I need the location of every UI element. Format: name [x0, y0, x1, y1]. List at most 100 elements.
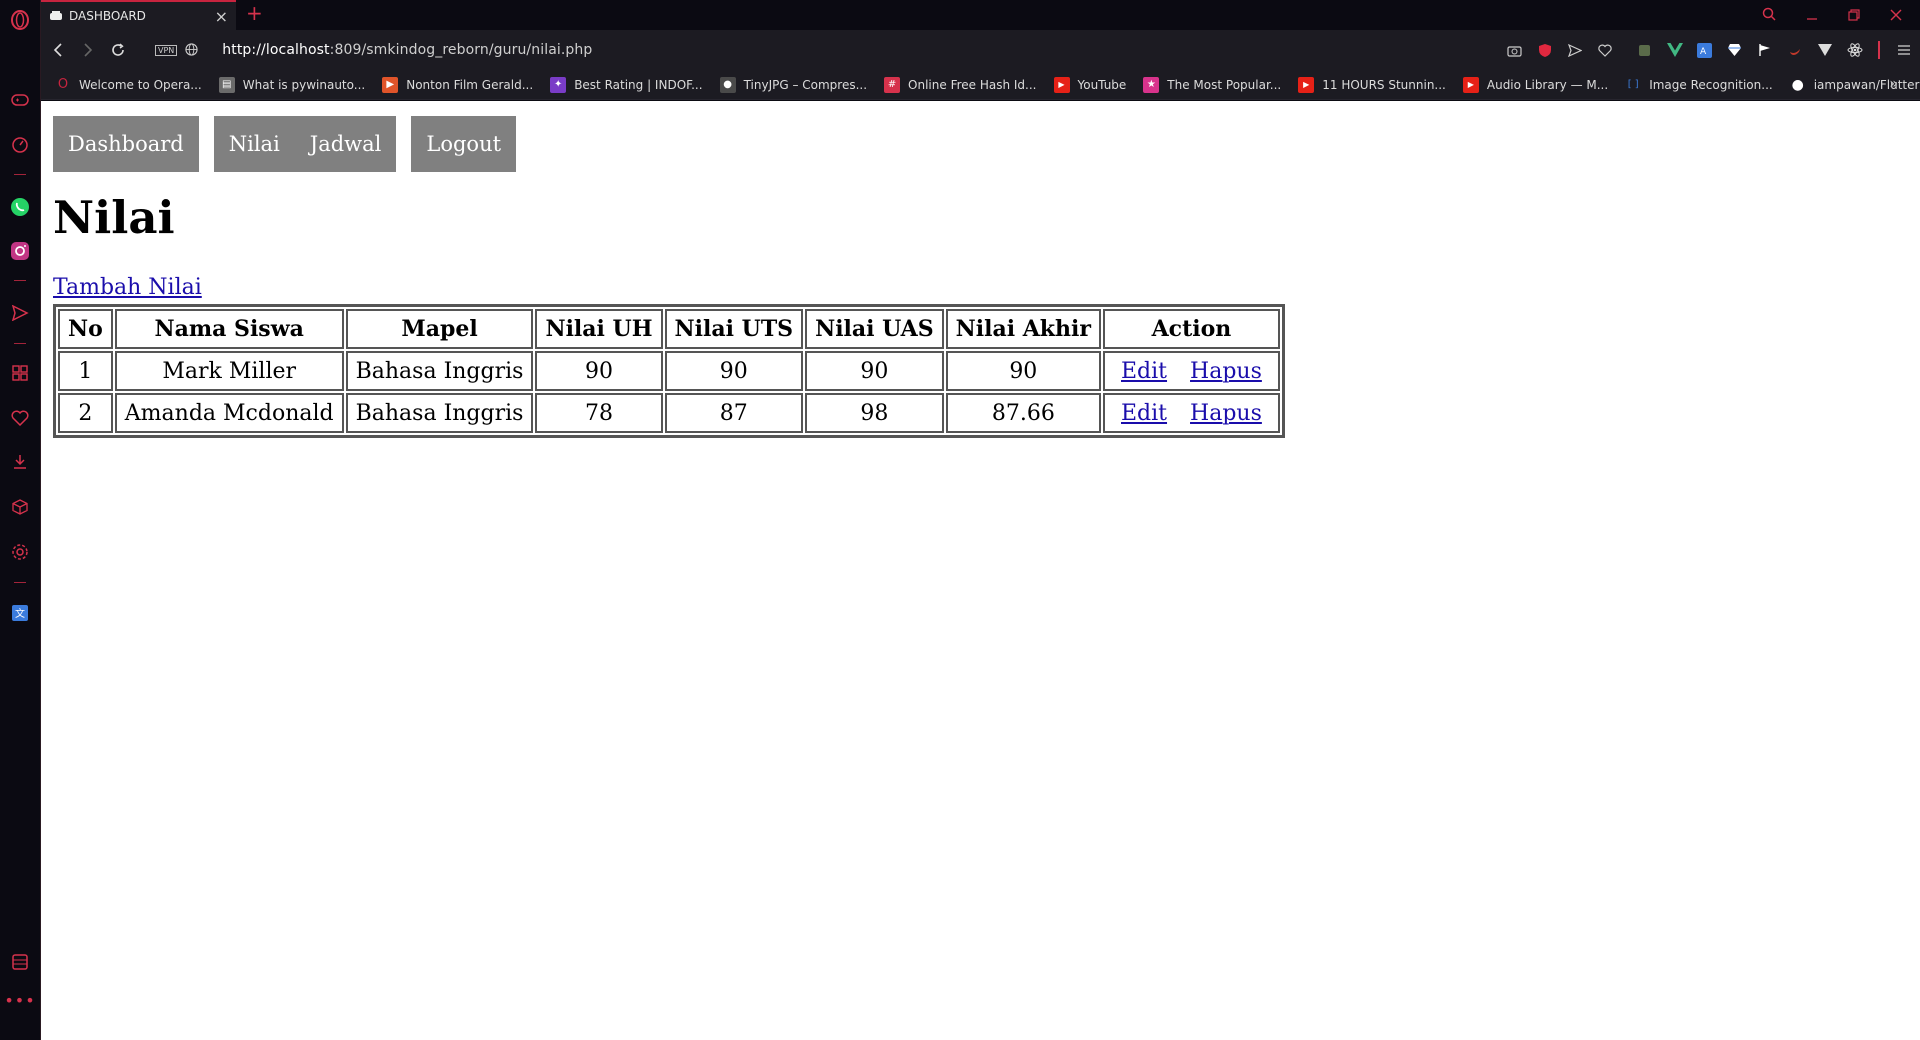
reload-icon[interactable] [103, 35, 133, 65]
bookmark-heart-icon[interactable] [1596, 42, 1613, 59]
tab-favicon-icon [49, 7, 63, 26]
cell-action: Edit Hapus [1103, 351, 1280, 391]
tabs-overview-icon[interactable] [8, 950, 32, 974]
header-nama-siswa: Nama Siswa [114, 309, 344, 349]
window-controls [1762, 0, 1920, 30]
bookmark-item[interactable]: ● iampawan/FlutterEx... [1790, 77, 1920, 93]
cell-nilai-uts: 90 [664, 351, 804, 391]
bookmarks-overflow-icon[interactable]: » [1889, 76, 1898, 92]
instagram-icon[interactable] [8, 239, 32, 263]
site-info-globe-icon[interactable] [185, 41, 198, 60]
url-field[interactable]: http://localhost:809/smkindog_reborn/gur… [222, 42, 592, 58]
search-tabs-icon[interactable] [1762, 6, 1776, 25]
url-path: :809/smkindog_reborn/guru/nilai.php [329, 42, 593, 58]
bookmark-item[interactable]: ✦ Best Rating | INDOF... [550, 76, 703, 93]
bookmark-item[interactable]: ▶ YouTube [1053, 76, 1127, 93]
table-row: 2 Amanda Mcdonald Bahasa Inggris 78 87 9… [58, 393, 1280, 433]
bookmark-label: TinyJPG – Compres... [743, 77, 868, 92]
diamond-extension-icon[interactable] [1726, 42, 1743, 59]
bookmark-item[interactable]: ★ The Most Popular... [1143, 76, 1281, 93]
youtube-icon: ▶ [1053, 76, 1070, 93]
speedometer-icon[interactable] [8, 133, 32, 157]
youtube-icon: ▶ [1298, 76, 1315, 93]
adblock-shield-icon[interactable] [1536, 42, 1553, 59]
send-icon[interactable] [8, 301, 32, 325]
extension-box-icon[interactable] [1636, 42, 1653, 59]
heart-icon[interactable] [8, 406, 32, 430]
close-tab-icon[interactable]: × [215, 7, 228, 26]
youtube-icon: ▶ [1462, 76, 1479, 93]
vue-devtools-icon[interactable] [1666, 42, 1683, 59]
bookmark-label: What is pywinauto... [242, 77, 366, 92]
cell-mapel: Bahasa Inggris [345, 393, 534, 433]
sidebar-separator [14, 174, 26, 175]
cell-nilai-akhir: 87.66 [945, 393, 1101, 433]
bookmark-item[interactable]: [ ] Image Recognition... [1625, 77, 1773, 93]
star-icon: ★ [1143, 76, 1160, 93]
easy-setup-menu-icon[interactable] [1895, 42, 1912, 59]
cell-nilai-uh: 78 [535, 393, 663, 433]
web-page: Dashboard Nilai Jadwal Logout Nilai Tamb… [41, 101, 1920, 1040]
whatsapp-icon[interactable] [8, 195, 32, 219]
react-devtools-icon[interactable] [1846, 42, 1863, 59]
download-icon[interactable] [8, 450, 32, 474]
more-dots-icon[interactable]: ••• [4, 988, 34, 1012]
hash-icon: # [884, 76, 901, 93]
bookmark-label: Audio Library — M... [1486, 77, 1609, 92]
forward-icon[interactable] [73, 35, 103, 65]
back-icon[interactable] [43, 35, 73, 65]
camera-snapshot-icon[interactable] [1506, 42, 1523, 59]
flow-send-icon[interactable] [1566, 42, 1583, 59]
bookmark-label: iampawan/FlutterEx... [1813, 77, 1920, 92]
gamepad-icon[interactable] [8, 88, 32, 112]
bracket-icon: [ ] [1627, 79, 1639, 90]
header-nilai-akhir: Nilai Akhir [945, 309, 1101, 349]
bookmark-item[interactable]: # Online Free Hash Id... [884, 76, 1037, 93]
film-icon: ▶ [382, 76, 399, 93]
flag-extension-icon[interactable] [1756, 42, 1773, 59]
header-mapel: Mapel [345, 309, 534, 349]
bookmark-item[interactable]: ▶ 11 HOURS Stunnin... [1298, 76, 1446, 93]
google-translate-icon[interactable]: A [1696, 42, 1713, 59]
bookmark-label: 11 HOURS Stunnin... [1322, 77, 1446, 92]
nav-box-dashboard: Dashboard [53, 116, 199, 172]
vpn-badge[interactable]: VPN [155, 44, 178, 56]
edit-link[interactable]: Edit [1121, 359, 1167, 384]
edit-link[interactable]: Edit [1121, 401, 1167, 426]
bookmark-item[interactable]: ▤ What is pywinauto... [218, 76, 366, 93]
swift-extension-icon[interactable] [1786, 42, 1803, 59]
minimize-icon[interactable] [1806, 6, 1818, 25]
speed-dial-icon[interactable] [8, 361, 32, 385]
restore-icon[interactable] [1848, 6, 1860, 25]
cell-nama-siswa: Amanda Mcdonald [114, 393, 344, 433]
vuetify-extension-icon[interactable] [1816, 42, 1833, 59]
opera-logo-icon[interactable] [8, 8, 32, 32]
bookmark-label: YouTube [1077, 77, 1127, 92]
sidebar-separator [14, 582, 26, 583]
cell-mapel: Bahasa Inggris [345, 351, 534, 391]
new-tab-icon[interactable]: + [246, 3, 263, 23]
nav-logout-link[interactable]: Logout [426, 132, 501, 156]
opera-icon: O [57, 77, 69, 92]
bookmark-item[interactable]: ▶ Nonton Film Gerald... [382, 76, 534, 93]
bookmark-label: Nonton Film Gerald... [406, 77, 534, 92]
nav-dashboard-link[interactable]: Dashboard [68, 132, 184, 156]
panda-icon: ● [719, 76, 736, 93]
hapus-link[interactable]: Hapus [1190, 401, 1262, 426]
translate-extension-icon[interactable]: 文 [8, 601, 32, 625]
browser-sidebar: 文 ••• [0, 0, 41, 1040]
nav-nilai-link[interactable]: Nilai [229, 132, 280, 156]
cube-icon[interactable] [8, 495, 32, 519]
bookmark-item[interactable]: ▶ Audio Library — M... [1462, 76, 1609, 93]
bookmark-item[interactable]: O Welcome to Opera... [55, 77, 202, 93]
settings-gear-icon[interactable] [8, 540, 32, 564]
nav-jadwal-link[interactable]: Jadwal [310, 132, 382, 156]
cell-nilai-uts: 87 [664, 393, 804, 433]
bookmark-item[interactable]: ● TinyJPG – Compres... [719, 76, 868, 93]
close-window-icon[interactable] [1890, 6, 1902, 25]
add-grade-link[interactable]: Tambah Nilai [53, 275, 202, 300]
address-bar: VPN http://localhost:809/smkindog_reborn… [41, 30, 1920, 70]
cell-action: Edit Hapus [1103, 393, 1280, 433]
hapus-link[interactable]: Hapus [1190, 359, 1262, 384]
tab-dashboard[interactable]: DASHBOARD × [41, 0, 236, 30]
